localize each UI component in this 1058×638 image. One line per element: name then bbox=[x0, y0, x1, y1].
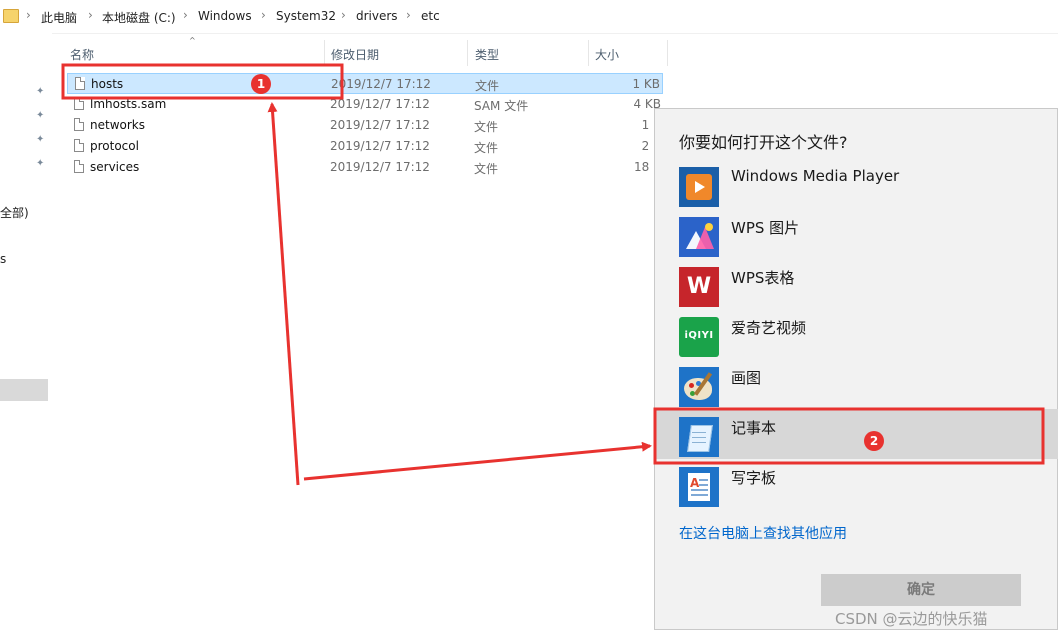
annotation-box-hosts bbox=[61, 63, 344, 100]
annotation-badge-2: 2 bbox=[864, 431, 884, 451]
annotation-arrow-up bbox=[267, 102, 300, 486]
annotation-badge-1: 1 bbox=[251, 74, 271, 94]
annotation-overlay bbox=[61, 63, 1045, 486]
annotation-arrow-right bbox=[303, 441, 652, 481]
watermark: CSDN @云边的快乐猫 bbox=[835, 610, 988, 628]
annotation-box-notepad bbox=[653, 407, 1045, 465]
